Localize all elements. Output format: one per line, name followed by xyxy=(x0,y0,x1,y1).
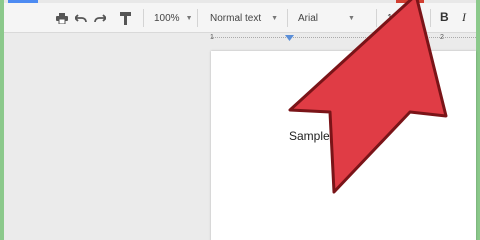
paint-format-icon xyxy=(120,11,131,25)
zoom-select[interactable]: 100% ▼ xyxy=(154,7,193,29)
font-select[interactable]: Arial ▼ xyxy=(298,7,355,29)
toolbar-separator xyxy=(430,9,431,27)
undo-icon xyxy=(75,14,87,23)
toolbar-separator xyxy=(143,9,144,27)
ruler-track xyxy=(211,37,476,44)
chevron-down-icon: ▼ xyxy=(185,14,193,22)
toolbar: 100% ▼ Normal text ▼ Arial ▼ 11 B I xyxy=(4,3,476,33)
print-icon xyxy=(56,12,68,24)
paragraph-style-value: Normal text xyxy=(210,12,262,24)
window-frame-right xyxy=(476,0,480,240)
chevron-down-icon: ▼ xyxy=(348,14,355,22)
ruler-mark: 1 xyxy=(210,34,214,41)
font-value: Arial xyxy=(298,12,319,24)
italic-button[interactable]: I xyxy=(462,10,466,25)
toolbar-separator xyxy=(376,9,377,27)
undo-button[interactable] xyxy=(73,10,89,26)
paragraph-style-select[interactable]: Normal text ▼ xyxy=(210,7,278,29)
document-page[interactable]: Sample xyxy=(211,51,476,240)
chevron-down-icon: ▼ xyxy=(271,14,279,22)
ruler-mark: 2 xyxy=(440,34,444,41)
bold-button[interactable]: B xyxy=(440,10,449,24)
toolbar-separator xyxy=(287,9,288,27)
ruler: 1 2 xyxy=(4,34,476,46)
document-text: Sample xyxy=(289,129,330,143)
zoom-value: 100% xyxy=(154,12,180,24)
redo-icon xyxy=(94,14,106,23)
toolbar-separator xyxy=(197,9,198,27)
font-size-value: 11 xyxy=(387,12,398,24)
redo-button[interactable] xyxy=(92,10,108,26)
paint-format-button[interactable] xyxy=(118,10,134,26)
print-button[interactable] xyxy=(54,10,70,26)
font-size-select[interactable]: 11 xyxy=(387,7,397,29)
